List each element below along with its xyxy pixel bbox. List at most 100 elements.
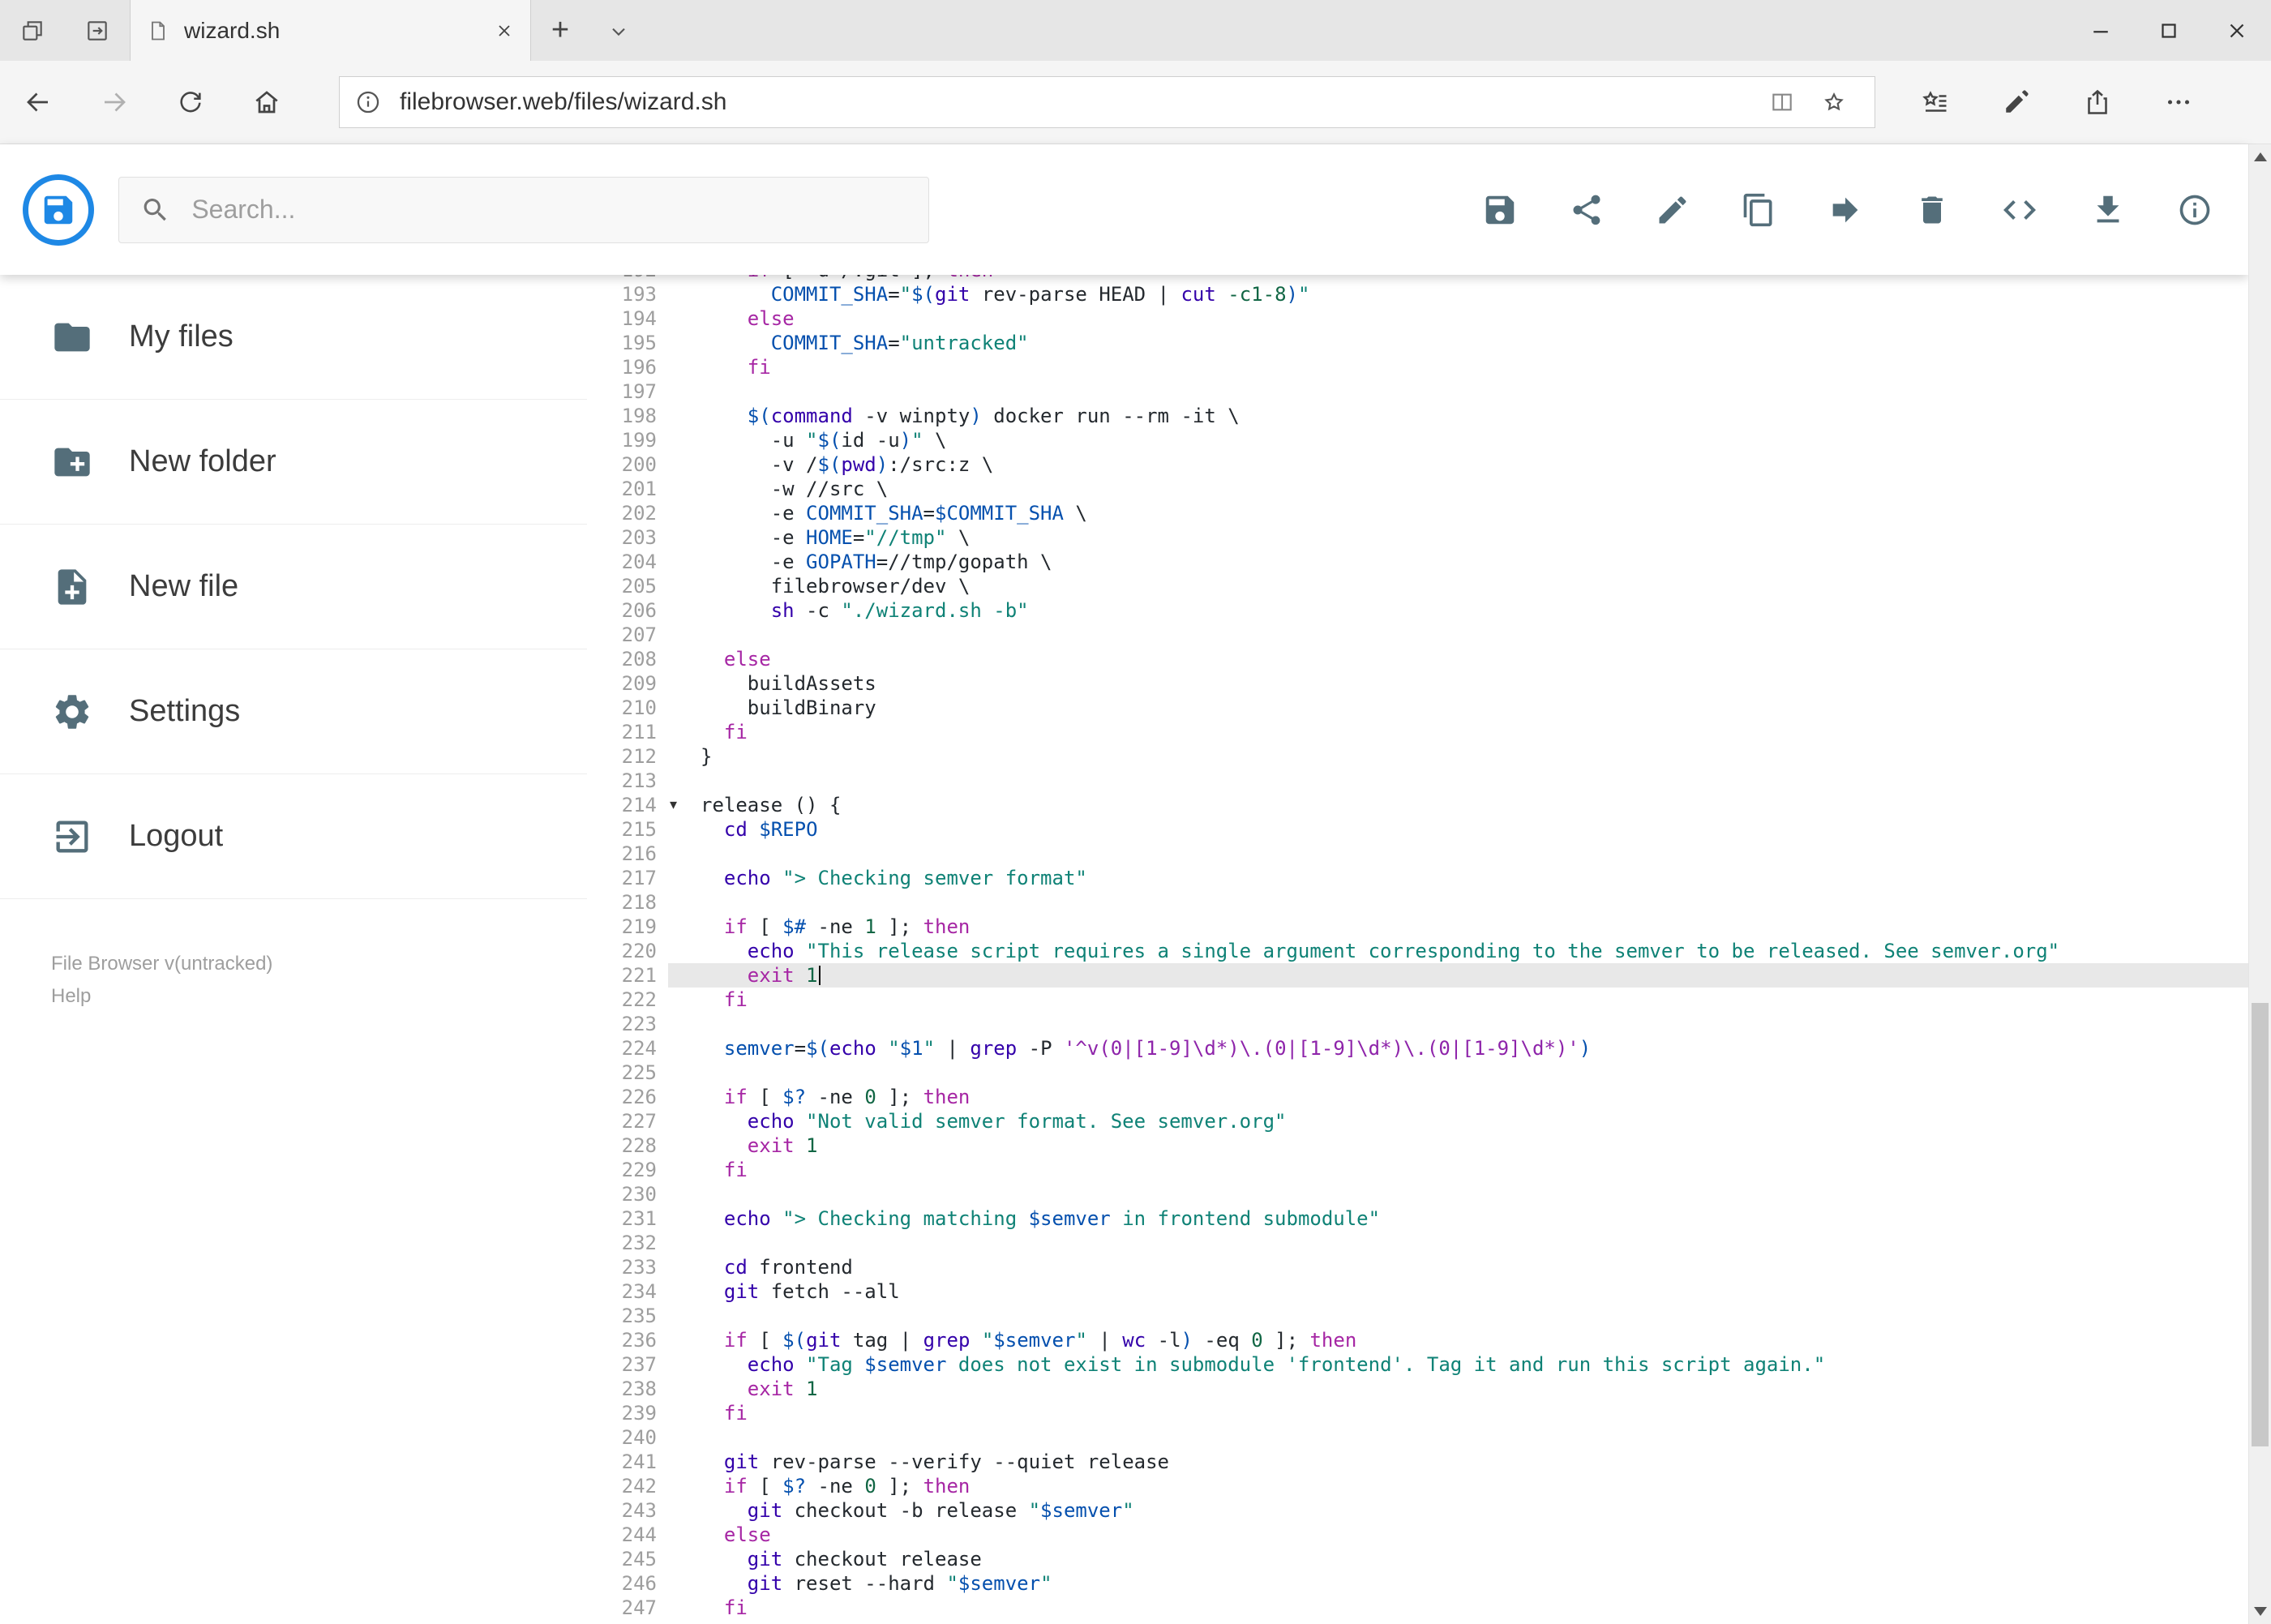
line-number[interactable]: 205: [587, 574, 668, 598]
code-line-text[interactable]: [668, 769, 2248, 793]
line-number[interactable]: 193: [587, 282, 668, 306]
sidebar-item-new-folder[interactable]: New folder: [0, 400, 587, 525]
code-line-241[interactable]: 241 git rev-parse --verify --quiet relea…: [587, 1450, 2248, 1474]
search-bar[interactable]: [118, 176, 929, 243]
code-line-240[interactable]: 240: [587, 1425, 2248, 1450]
line-number[interactable]: 225: [587, 1061, 668, 1085]
line-number[interactable]: 235: [587, 1304, 668, 1328]
line-number[interactable]: 192: [587, 275, 668, 282]
line-number[interactable]: 216: [587, 842, 668, 866]
code-line-text[interactable]: -v /$(pwd):/src:z \: [668, 452, 2248, 477]
code-line-text[interactable]: }: [668, 744, 2248, 769]
code-line-text[interactable]: if [ $? -ne 0 ]; then: [668, 1085, 2248, 1109]
code-line-text[interactable]: [668, 1231, 2248, 1255]
hub-button[interactable]: [1895, 88, 1976, 117]
line-number[interactable]: 231: [587, 1206, 668, 1231]
code-line-228[interactable]: 228 exit 1: [587, 1133, 2248, 1158]
code-line-text[interactable]: else: [668, 306, 2248, 331]
code-line-text[interactable]: buildBinary: [668, 696, 2248, 720]
code-line-text[interactable]: git checkout release: [668, 1547, 2248, 1571]
code-line-text[interactable]: git checkout -b release "$semver": [668, 1498, 2248, 1523]
line-number[interactable]: 199: [587, 428, 668, 452]
sidebar-item-settings[interactable]: Settings: [0, 649, 587, 774]
home-button[interactable]: [229, 88, 305, 117]
favorite-button[interactable]: [1808, 89, 1860, 115]
code-line-text[interactable]: git reset --hard "$semver": [668, 1571, 2248, 1596]
code-button[interactable]: [2000, 191, 2039, 229]
line-number[interactable]: 208: [587, 647, 668, 671]
code-line-246[interactable]: 246 git reset --hard "$semver": [587, 1571, 2248, 1596]
line-number[interactable]: 203: [587, 525, 668, 550]
code-line-243[interactable]: 243 git checkout -b release "$semver": [587, 1498, 2248, 1523]
code-line-text[interactable]: [668, 890, 2248, 915]
code-line-text[interactable]: git rev-parse --verify --quiet release: [668, 1450, 2248, 1474]
refresh-button[interactable]: [152, 88, 229, 116]
line-number[interactable]: 221: [587, 963, 668, 988]
code-line-text[interactable]: sh -c "./wizard.sh -b": [668, 598, 2248, 623]
code-line-text[interactable]: -w //src \: [668, 477, 2248, 501]
code-line-text[interactable]: if [ -d /.git ]; then: [668, 275, 2248, 282]
line-number[interactable]: 240: [587, 1425, 668, 1450]
line-number[interactable]: 242: [587, 1474, 668, 1498]
back-button[interactable]: [0, 88, 76, 117]
code-line-219[interactable]: 219 if [ $# -ne 1 ]; then: [587, 915, 2248, 939]
code-line-221[interactable]: 221 exit 1: [587, 963, 2248, 988]
code-line-220[interactable]: 220 echo "This release script requires a…: [587, 939, 2248, 963]
code-line-238[interactable]: 238 exit 1: [587, 1377, 2248, 1401]
line-number[interactable]: 238: [587, 1377, 668, 1401]
tab-close-button[interactable]: [495, 21, 514, 41]
code-line-226[interactable]: 226 if [ $? -ne 0 ]; then: [587, 1085, 2248, 1109]
line-number[interactable]: 213: [587, 769, 668, 793]
line-number[interactable]: 214: [587, 793, 668, 817]
code-line-text[interactable]: exit 1: [668, 1133, 2248, 1158]
line-number[interactable]: 194: [587, 306, 668, 331]
code-editor[interactable]: 192 if [ -d /.git ]; then193 COMMIT_SHA=…: [587, 275, 2248, 1624]
code-line-198[interactable]: 198 $(command -v winpty) docker run --rm…: [587, 404, 2248, 428]
address-bar[interactable]: filebrowser.web/files/wizard.sh: [339, 76, 1875, 128]
line-number[interactable]: 247: [587, 1596, 668, 1620]
line-number[interactable]: 201: [587, 477, 668, 501]
code-line-text[interactable]: $(command -v winpty) docker run --rm -it…: [668, 404, 2248, 428]
line-number[interactable]: 244: [587, 1523, 668, 1547]
line-number[interactable]: 215: [587, 817, 668, 842]
code-line-text[interactable]: -e COMMIT_SHA=$COMMIT_SHA \: [668, 501, 2248, 525]
code-line-text[interactable]: fi: [668, 720, 2248, 744]
code-line-235[interactable]: 235: [587, 1304, 2248, 1328]
scroll-down-arrow-icon[interactable]: [2254, 1607, 2267, 1616]
code-line-245[interactable]: 245 git checkout release: [587, 1547, 2248, 1571]
code-line-text[interactable]: if [ $# -ne 1 ]; then: [668, 915, 2248, 939]
code-line-text[interactable]: else: [668, 1523, 2248, 1547]
code-line-text[interactable]: [668, 1061, 2248, 1085]
code-line-text[interactable]: fi: [668, 1596, 2248, 1620]
code-line-text[interactable]: if [ $? -ne 0 ]; then: [668, 1474, 2248, 1498]
line-number[interactable]: 200: [587, 452, 668, 477]
line-number[interactable]: 230: [587, 1182, 668, 1206]
web-note-button[interactable]: [1976, 88, 2057, 117]
line-number[interactable]: 211: [587, 720, 668, 744]
code-line-193[interactable]: 193 COMMIT_SHA="$(git rev-parse HEAD | c…: [587, 282, 2248, 306]
code-line-203[interactable]: 203 -e HOME="//tmp" \: [587, 525, 2248, 550]
set-tabs-aside-button[interactable]: [65, 0, 130, 61]
code-line-text[interactable]: if [ $(git tag | grep "$semver" | wc -l)…: [668, 1328, 2248, 1352]
line-number[interactable]: 209: [587, 671, 668, 696]
line-number[interactable]: 232: [587, 1231, 668, 1255]
line-number[interactable]: 245: [587, 1547, 668, 1571]
code-line-225[interactable]: 225: [587, 1061, 2248, 1085]
code-line-231[interactable]: 231 echo "> Checking matching $semver in…: [587, 1206, 2248, 1231]
minimize-button[interactable]: [2067, 0, 2135, 61]
line-number[interactable]: 229: [587, 1158, 668, 1182]
code-line-237[interactable]: 237 echo "Tag $semver does not exist in …: [587, 1352, 2248, 1377]
sidebar-item-my-files[interactable]: My files: [0, 275, 587, 400]
browser-tab-active[interactable]: wizard.sh: [130, 0, 531, 61]
save-button[interactable]: [1481, 191, 1519, 229]
code-line-201[interactable]: 201 -w //src \: [587, 477, 2248, 501]
code-line-247[interactable]: 247 fi: [587, 1596, 2248, 1620]
code-line-195[interactable]: 195 COMMIT_SHA="untracked": [587, 331, 2248, 355]
code-line-text[interactable]: [668, 1304, 2248, 1328]
line-number[interactable]: 227: [587, 1109, 668, 1133]
code-line-229[interactable]: 229 fi: [587, 1158, 2248, 1182]
line-number[interactable]: 217: [587, 866, 668, 890]
code-line-text[interactable]: [668, 1012, 2248, 1036]
code-line-224[interactable]: 224 semver=$(echo "$1" | grep -P '^v(0|[…: [587, 1036, 2248, 1061]
code-line-text[interactable]: -e HOME="//tmp" \: [668, 525, 2248, 550]
